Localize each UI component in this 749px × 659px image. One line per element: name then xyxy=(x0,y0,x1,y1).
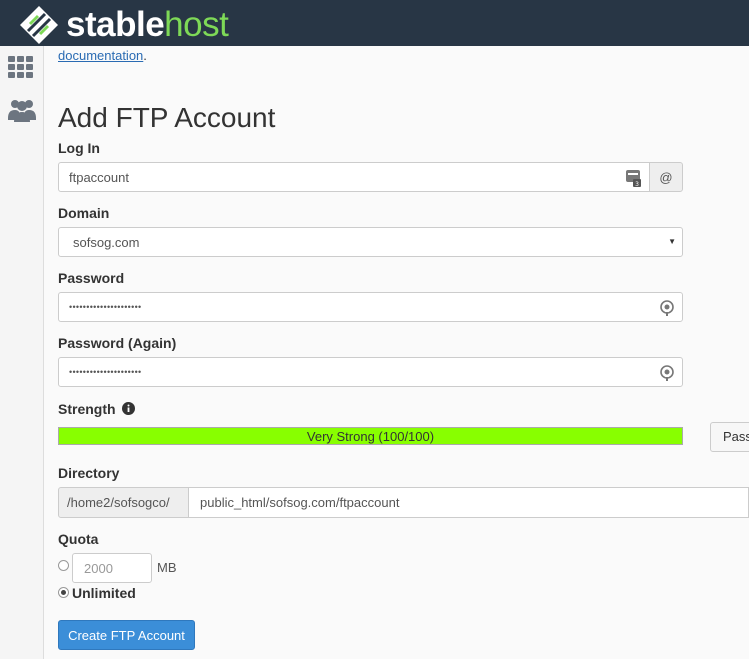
quota-unlimited-radio[interactable] xyxy=(58,587,69,598)
autofill-key-icon[interactable]: 3 xyxy=(625,169,641,187)
password-label: Password xyxy=(58,270,125,286)
quota-unlimited-label[interactable]: Unlimited xyxy=(72,585,136,601)
intro-text: documentation. xyxy=(58,48,147,63)
password-again-input[interactable]: ••••••••••••••••••••• xyxy=(58,357,683,387)
directory-label: Directory xyxy=(58,465,120,481)
sidebar xyxy=(0,46,44,659)
at-sign-addon: @ xyxy=(649,162,683,192)
domain-select[interactable]: sofsog.com ▼ xyxy=(58,227,683,257)
info-icon[interactable] xyxy=(122,402,136,415)
password-manager-icon[interactable] xyxy=(660,365,674,381)
login-input[interactable]: ftpaccount 3 xyxy=(58,162,650,192)
grid-icon[interactable] xyxy=(8,56,34,78)
create-ftp-account-button[interactable]: Create FTP Account xyxy=(58,620,195,650)
brand-name: stablehost xyxy=(66,5,229,44)
domain-label: Domain xyxy=(58,205,110,221)
password-input[interactable]: ••••••••••••••••••••• xyxy=(58,292,683,322)
directory-prefix: /home2/sofsogco/ xyxy=(58,487,189,518)
main-content: documentation. Add FTP Account Log In ft… xyxy=(44,46,749,659)
quota-input[interactable]: 2000 xyxy=(72,553,152,583)
logo-icon xyxy=(20,6,58,44)
strength-meter: Very Strong (100/100) xyxy=(58,427,683,445)
top-bar: stablehost xyxy=(0,0,749,46)
domain-value: sofsog.com xyxy=(73,234,140,250)
page-title: Add FTP Account xyxy=(58,102,276,133)
password-generator-button[interactable]: Password Generator xyxy=(710,422,749,452)
password-manager-icon[interactable] xyxy=(660,300,674,316)
login-label: Log In xyxy=(58,140,100,156)
quota-label: Quota xyxy=(58,531,99,547)
login-value: ftpaccount xyxy=(69,169,129,185)
password-value: ••••••••••••••••••••• xyxy=(69,302,142,312)
strength-label: Strength xyxy=(58,401,136,417)
password-again-label: Password (Again) xyxy=(58,335,177,351)
brand-logo[interactable]: stablehost xyxy=(18,4,229,46)
documentation-link[interactable]: documentation xyxy=(58,48,143,63)
users-icon[interactable] xyxy=(8,96,36,124)
quota-unit: MB xyxy=(157,560,177,575)
quota-limited-radio[interactable] xyxy=(58,560,69,571)
password-again-value: ••••••••••••••••••••• xyxy=(69,367,142,377)
directory-input[interactable]: public_html/sofsog.com/ftpaccount xyxy=(188,487,749,518)
chevron-down-icon: ▼ xyxy=(668,237,676,246)
strength-meter-text: Very Strong (100/100) xyxy=(306,428,435,444)
svg-text:3: 3 xyxy=(635,181,639,187)
